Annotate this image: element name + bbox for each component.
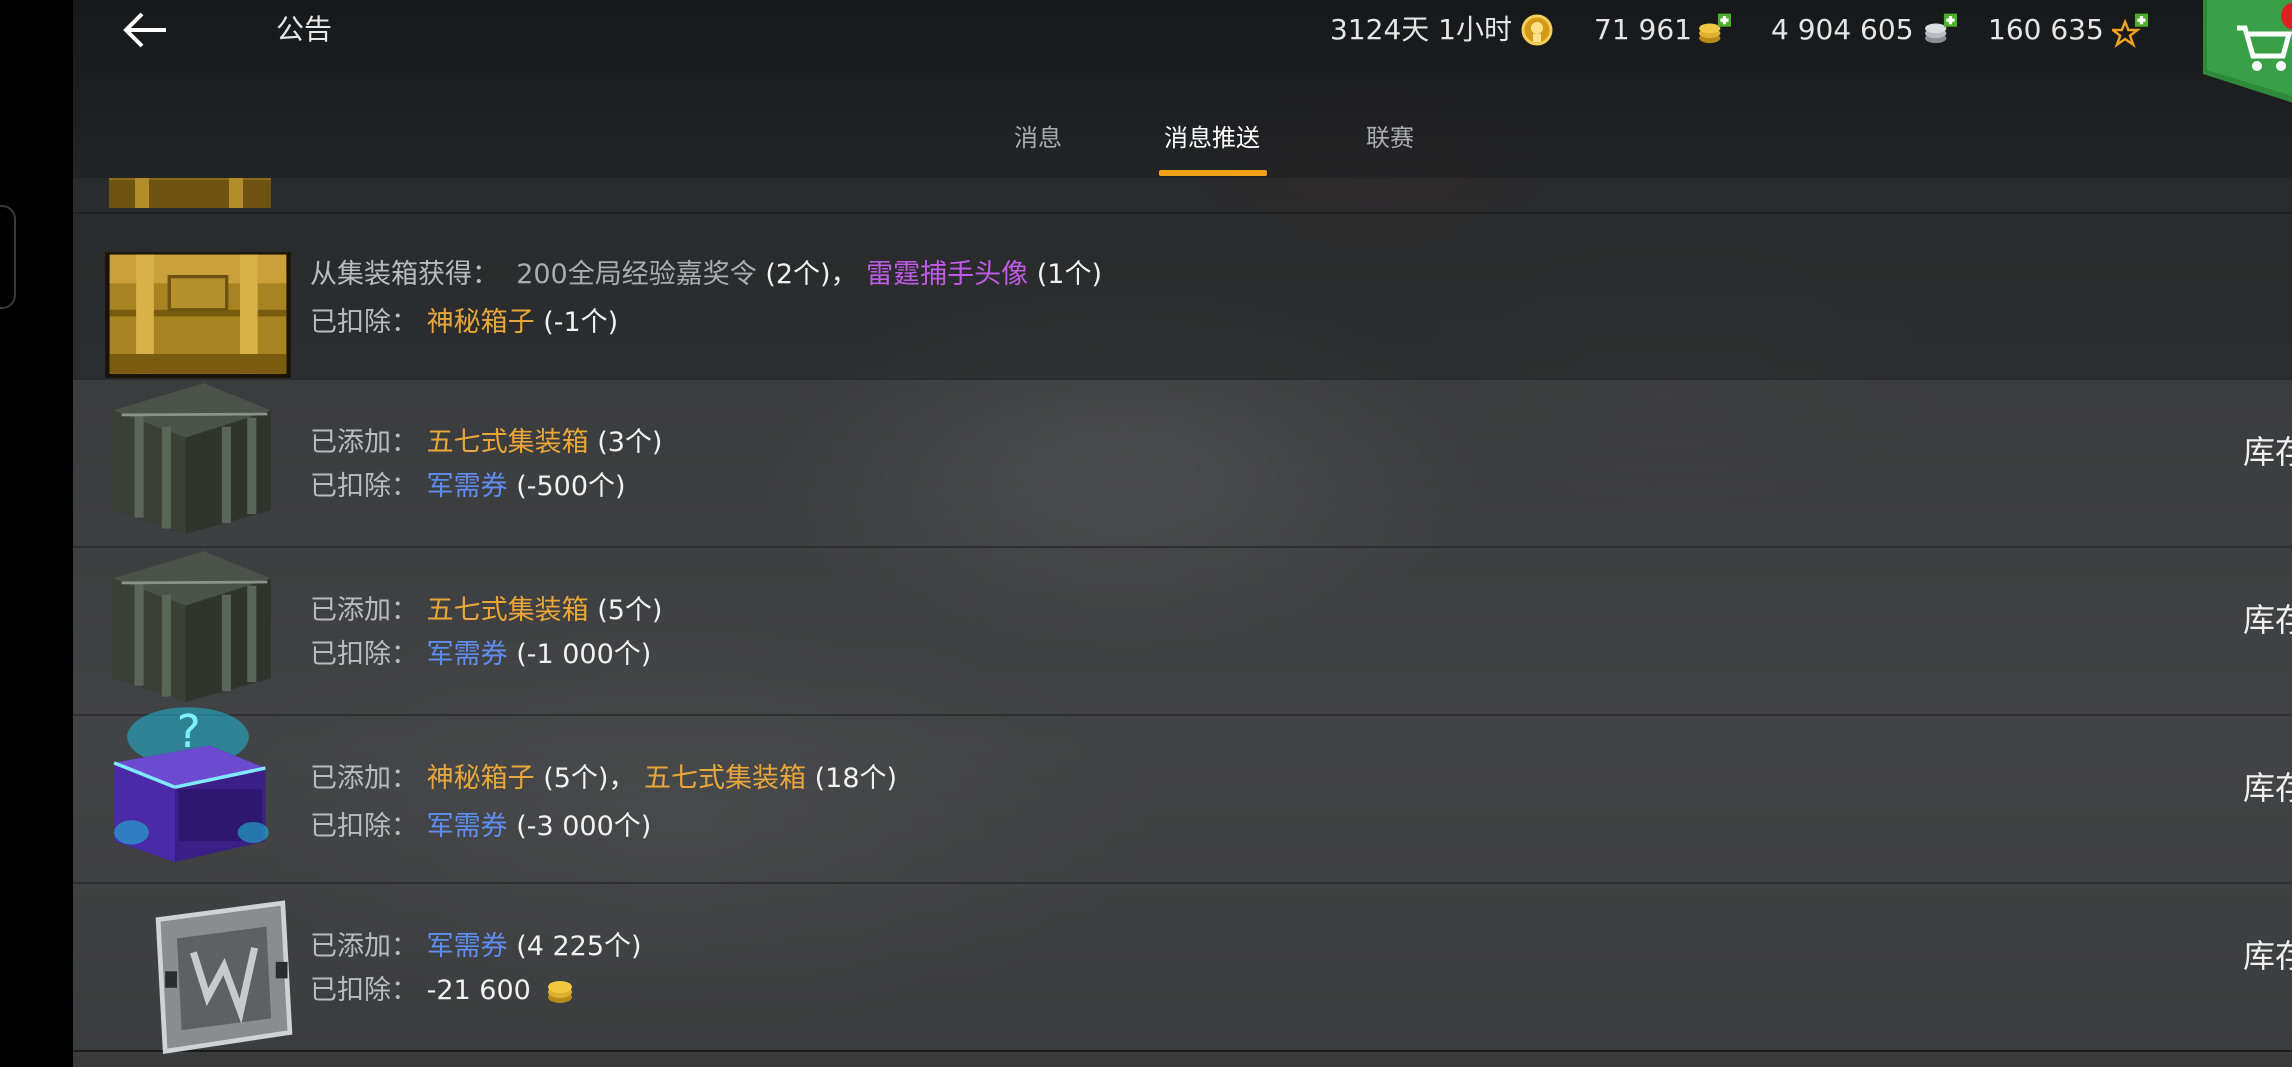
item-quantity: (-500个) [516,471,626,502]
item-name: 五七式集装箱 [426,427,589,458]
inventory-link[interactable]: 库存 [2243,934,2292,978]
inventory-link[interactable]: 库存 [2243,598,2292,642]
tab-league[interactable]: 联赛 [1366,116,1414,160]
line-prefix: 从集装箱获得： [310,259,499,290]
inventory-link[interactable]: 库存 [2243,430,2292,474]
gold-amount: 71 961 [1594,13,1692,46]
line-prefix: 已扣除： [310,639,418,670]
list-item-partial[interactable] [73,178,2292,214]
inventory-link[interactable]: 库存 [2243,766,2292,810]
item-name: 军需券 [426,471,508,502]
list-item[interactable]: 已添加： 五七式集装箱 (5个) 已扣除： 军需券 (-1 000个) 库存 [73,546,2292,716]
list-item[interactable]: ? 已添加： 神秘箱子 (5个)， 五七式集装箱 (18个) 已扣除： 军需券 [73,705,2292,884]
line-prefix: 已扣除： [310,975,418,1006]
item-quantity: (4 225个) [516,931,642,962]
list-item[interactable]: 从集装箱获得： 200全局经验嘉奖令 (2个)， 雷霆捕手头像 (1个) 已扣除… [73,212,2292,380]
item-quantity: (5个) [597,595,663,626]
item-name: 五七式集装箱 [644,763,807,794]
bezel-notch [0,205,16,309]
item-quantity: (3个) [597,427,663,458]
list-item[interactable]: 已添加： 五七式集装箱 (3个) 已扣除： 军需券 (-500个) 库存 [73,378,2292,548]
item-name: 军需券 [426,931,508,962]
item-quantity: (-1个) [543,307,619,338]
line-prefix: 已扣除： [310,811,418,842]
item-quantity: (-3 000个) [516,811,652,842]
message-line-1: 从集装箱获得： 200全局经验嘉奖令 (2个)， 雷霆捕手头像 (1个) [310,254,1102,296]
item-name: 神秘箱子 [426,307,535,338]
message-line-1: 已添加： 军需券 (4 225个) [310,926,642,968]
free-xp-star-icon[interactable] [2112,12,2148,48]
gold-coins-icon[interactable] [1695,12,1731,48]
separator: ， [830,259,858,290]
message-line-1: 已添加： 五七式集装箱 (3个) [310,422,662,464]
tab-messages[interactable]: 消息 [1014,116,1062,160]
silver-coins-icon[interactable] [1921,12,1957,48]
list-item[interactable]: 已添加： 军需券 (4 225个) 已扣除： -21 600 库存 [73,882,2292,1055]
item-name: 雷霆捕手头像 [866,259,1029,290]
item-name: 军需券 [426,811,508,842]
mystery-box-icon: ? [113,705,269,862]
line-prefix: 已添加： [310,931,418,962]
top-bar: 公告 3124天 1小时 71 961 4 904 605 160 635 消息… [73,0,2292,178]
item-quantity: (1个) [1036,259,1103,290]
item-name: 200全局经验嘉奖令 [516,259,757,290]
message-line-2: 已扣除： 军需券 (-1 000个) [310,634,651,676]
gold-crate-icon [109,178,271,208]
premium-badge-icon [1521,14,1553,46]
free-xp-amount: 160 635 [1988,13,2104,46]
message-line-2: 已扣除： 军需券 (-3 000个) [310,806,651,848]
premium-time: 3124天 1小时 [1330,13,1512,46]
separator: ， [608,763,636,794]
gold-crate-icon [105,252,291,379]
military-crate-icon [112,383,271,534]
line-prefix: 已扣除： [310,471,418,502]
message-list[interactable]: 从集装箱获得： 200全局经验嘉奖令 (2个)， 雷霆捕手头像 (1个) 已扣除… [73,178,2292,1067]
back-arrow-icon [123,12,166,48]
message-line-1: 已添加： 神秘箱子 (5个)， 五七式集装箱 (18个) [310,758,897,800]
device-bezel [0,0,73,1067]
silver-amount: 4 904 605 [1771,13,1914,46]
military-crate-icon [112,551,271,702]
message-line-1: 已添加： 五七式集装箱 (5个) [310,590,662,632]
item-name: 五七式集装箱 [426,595,589,626]
item-name: 军需券 [426,639,508,670]
item-quantity: (2个) [765,259,831,290]
message-line-2: 已扣除： -21 600 [310,970,575,1012]
message-line-2: 已扣除： 神秘箱子 (-1个) [310,302,618,344]
message-line-2: 已扣除： 军需券 (-500个) [310,466,626,508]
game-screen: 从集装箱获得： 200全局经验嘉奖令 (2个)， 雷霆捕手头像 (1个) 已扣除… [0,0,2292,1067]
item-quantity: -21 600 [426,975,531,1006]
tab-message-push[interactable]: 消息推送 [1164,116,1260,160]
voucher-icon [155,900,293,1055]
page-title: 公告 [276,13,333,46]
back-button[interactable] [120,8,176,52]
active-tab-indicator [1159,170,1267,176]
line-prefix: 已添加： [310,595,418,626]
line-prefix: 已扣除： [310,307,418,338]
item-name: 神秘箱子 [426,763,535,794]
line-prefix: 已添加： [310,763,418,794]
shop-cart-button[interactable] [2203,0,2292,106]
silver-coins-icon [548,981,573,1003]
item-quantity: (-1 000个) [516,639,652,670]
line-prefix: 已添加： [310,427,418,458]
item-quantity: (5个) [543,763,609,794]
item-quantity: (18个) [814,763,898,794]
